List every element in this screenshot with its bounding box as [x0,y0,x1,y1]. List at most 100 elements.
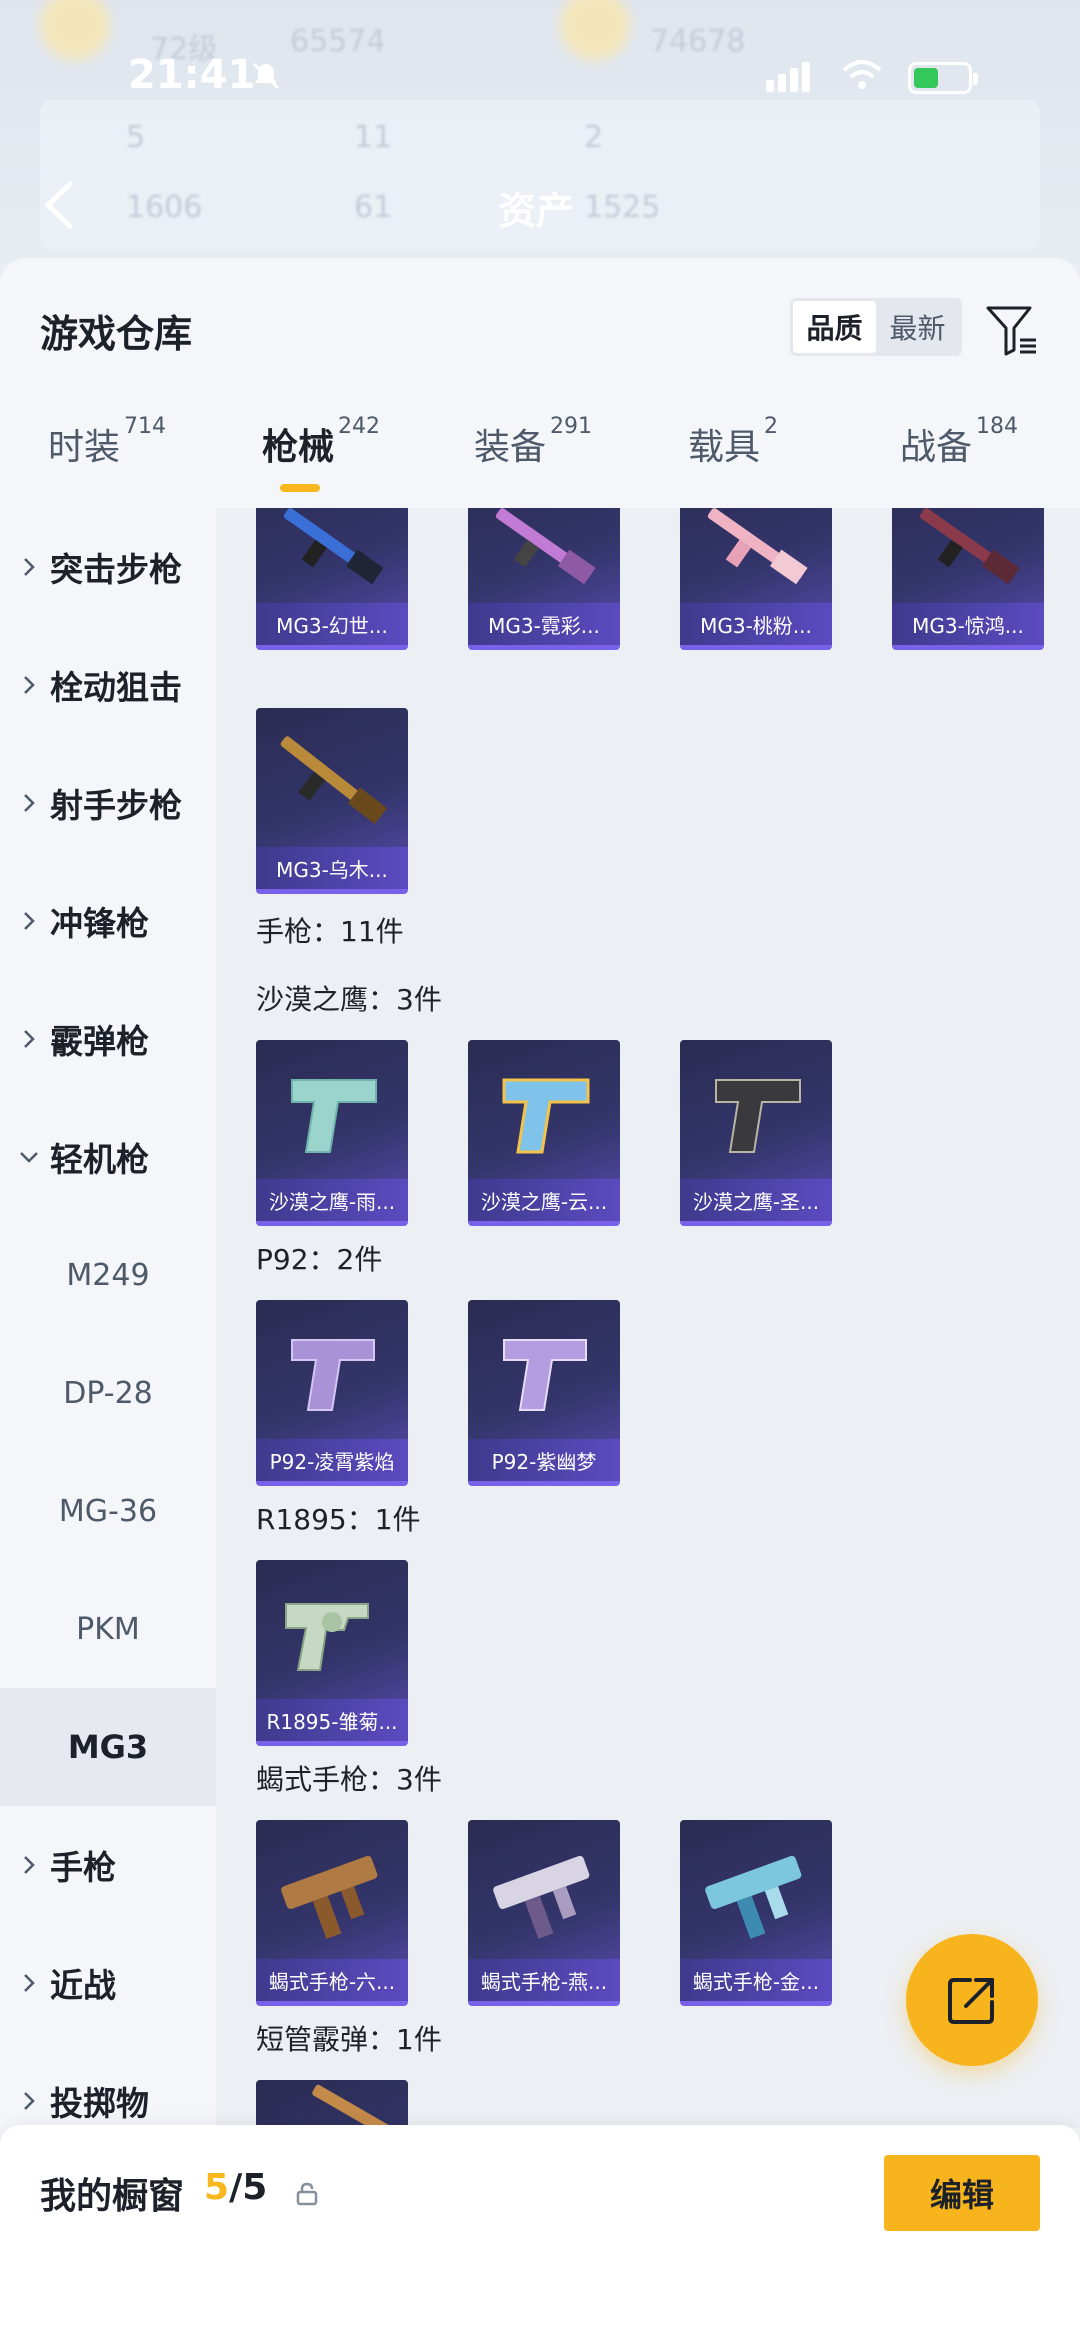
mg3-gun-icon [707,508,808,585]
sidebar-item-label: 轻机枪 [50,1140,149,1179]
item-card[interactable]: MG3-幻世... [256,508,408,650]
pistol-icon [503,1339,587,1411]
pistol-icon [715,1079,801,1153]
back-arrow-icon[interactable] [40,180,80,230]
item-card[interactable]: 沙漠之鹰-雨... [256,1040,408,1226]
sidebar-item-bolt-sniper[interactable]: 栓动狙击 [0,626,216,744]
item-name: MG3-桃粉... [680,603,832,645]
sidebar-item-label: 冲锋枪 [50,904,149,943]
sidebar-item-label: 投掷物 [50,2084,149,2123]
wifi-icon [842,60,882,89]
sidebar-item-melee[interactable]: 近战 [0,1924,216,2042]
showcase-bar: 我的橱窗 5/5 编辑 [0,2125,1080,2347]
crown-badge-icon [560,0,630,60]
mg3-gun-icon [283,508,384,585]
item-name: 蝎式手枪-金... [680,1959,832,2001]
rank-badge-icon [40,0,110,60]
item-name: P92-紫幽梦 [468,1439,620,1481]
edit-button[interactable]: 编辑 [884,2155,1040,2231]
tab-vehicles[interactable]: 载具2 [688,414,778,498]
chevron-right-icon [0,556,50,578]
item-card[interactable]: MG3-霓彩... [468,508,620,650]
item-card[interactable]: MG3-惊鸿... [892,508,1044,650]
blurred-header: 72级 65574 74678 5 11 2 1606 61 1525 21:4… [0,0,1080,262]
sidebar-item-label: 霰弹枪 [50,1022,149,1061]
showcase-count: 5/5 [204,2167,267,2208]
item-card[interactable] [256,2080,408,2128]
sidebar-item-label: 射手步枪 [50,786,182,825]
smg-icon [705,1855,802,1939]
item-name: 沙漠之鹰-圣... [680,1179,832,1221]
item-card[interactable]: MG3-乌木... [256,708,408,894]
ghost-stat-6: 1525 [584,190,661,225]
tab-count: 291 [550,414,593,439]
item-name: 蝎式手枪-燕... [468,1959,620,2001]
revolver-icon [285,1603,369,1671]
mg3-gun-icon [280,736,388,825]
section-title: 手枪：11件 [256,915,404,948]
section-title: 短管霰弹：1件 [256,2023,442,2056]
sidebar-item-marksman-rifle[interactable]: 射手步枪 [0,744,216,862]
mute-icon [250,60,282,92]
sidebar-item-label: 手枪 [50,1848,116,1887]
tab-label: 枪械 [262,427,335,468]
sidebar-item-lmg[interactable]: 轻机枪 [0,1098,216,1216]
chevron-down-icon [0,1150,50,1164]
item-name: MG3-幻世... [256,603,408,645]
share-fab[interactable] [906,1934,1038,2066]
tab-count: 242 [338,414,381,439]
item-card[interactable]: R1895-雏菊... [256,1560,408,1746]
mg3-gun-icon [495,508,596,585]
pistol-icon [291,1079,377,1153]
signal-icon [766,62,810,92]
sidebar-item-smg[interactable]: 冲锋枪 [0,862,216,980]
tab-label: 时装 [48,427,121,468]
sort-newest-button[interactable]: 最新 [876,301,959,353]
sidebar-sub-mg36[interactable]: MG-36 [0,1452,216,1570]
tab-label: 战备 [900,427,973,468]
item-card[interactable]: 蝎式手枪-六... [256,1820,408,2006]
tab-equipment[interactable]: 装备291 [474,414,592,498]
sort-quality-button[interactable]: 品质 [793,301,876,353]
item-card[interactable]: MG3-桃粉... [680,508,832,650]
item-name: 沙漠之鹰-雨... [256,1179,408,1221]
active-tab-indicator [280,484,320,492]
item-card[interactable]: P92-凌霄紫焰 [256,1300,408,1486]
section-title: 沙漠之鹰：3件 [256,983,442,1016]
filter-icon[interactable] [984,302,1040,358]
sidebar-item-pistol[interactable]: 手枪 [0,1806,216,1924]
item-card[interactable]: 沙漠之鹰-圣... [680,1040,832,1226]
item-name: MG3-霓彩... [468,603,620,645]
shotgun-icon [312,2084,395,2128]
section-title: P92：2件 [256,1243,383,1276]
tab-label: 装备 [474,427,547,468]
tab-fashion[interactable]: 时装714 [48,414,166,498]
tab-supplies[interactable]: 战备184 [900,414,1018,498]
item-name: 蝎式手枪-六... [256,1959,408,2001]
item-grid: MG3-幻世... MG3-霓彩... MG3-桃粉... MG3-惊鸿... … [216,508,1080,2128]
category-tabs: 时装714 枪械242 装备291 载具2 战备184 [0,414,1080,498]
sidebar-sub-dp28[interactable]: DP-28 [0,1334,216,1452]
item-card[interactable]: 蝎式手枪-金... [680,1820,832,2006]
sidebar-sub-m249[interactable]: M249 [0,1216,216,1334]
sidebar-item-assault-rifle[interactable]: 突击步枪 [0,508,216,626]
tab-count: 2 [764,414,779,439]
item-card[interactable]: P92-紫幽梦 [468,1300,620,1486]
item-name: R1895-雏菊... [256,1699,408,1741]
item-card[interactable]: 蝎式手枪-燕... [468,1820,620,2006]
tab-count: 714 [124,414,167,439]
sidebar-item-label: 栓动狙击 [50,668,182,707]
smg-icon [493,1855,590,1939]
sidebar-item-shotgun[interactable]: 霰弹枪 [0,980,216,1098]
chevron-right-icon [0,910,50,932]
chevron-right-icon [0,1028,50,1050]
chevron-right-icon [0,1972,50,1994]
page-title: 资产 [498,189,575,233]
item-card[interactable]: 沙漠之鹰-云... [468,1040,620,1226]
sidebar-sub-pkm[interactable]: PKM [0,1570,216,1688]
ghost-stat-4: 1606 [126,190,203,225]
smg-icon [281,1855,378,1939]
sidebar-sub-mg3[interactable]: MG3 [0,1688,216,1806]
ghost-stat-1: 5 [126,120,146,155]
sidebar-item-label: 近战 [50,1966,116,2005]
